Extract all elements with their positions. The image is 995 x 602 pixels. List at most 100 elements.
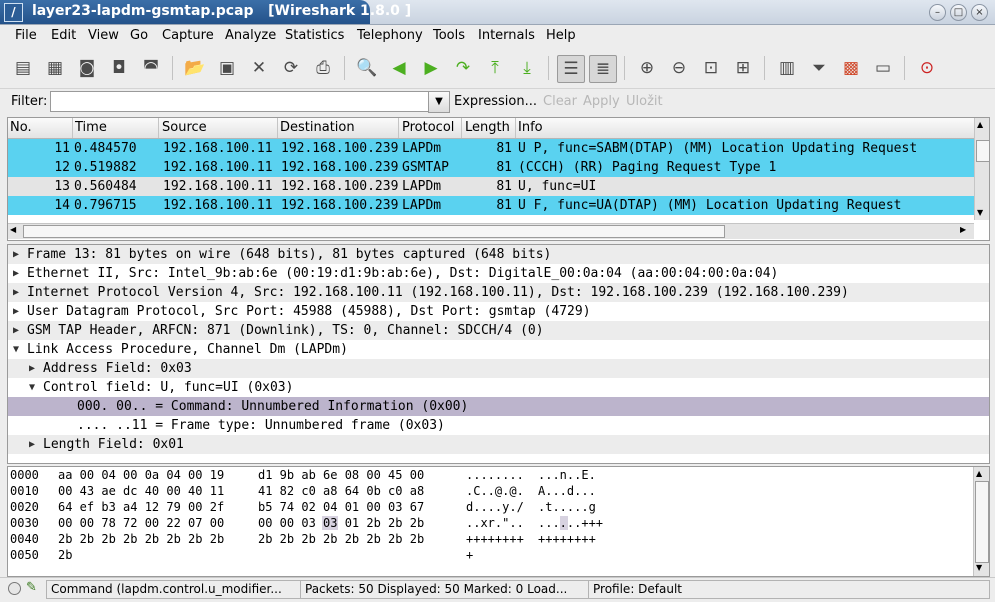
- scroll-right-icon[interactable]: ▶: [960, 225, 966, 234]
- detail-tree-item[interactable]: ▶ GSM TAP Header, ARFCN: 871 (Downlink), …: [8, 321, 989, 340]
- go-to-packet-icon[interactable]: ↷: [450, 55, 476, 81]
- collapsed-arrow-icon[interactable]: ▶: [13, 321, 19, 340]
- bytes-hex-group1: 2b: [58, 548, 73, 562]
- menu-telephony[interactable]: Telephony: [357, 28, 423, 43]
- zoom-normal-icon[interactable]: ⊡: [698, 55, 724, 81]
- scroll-thumb[interactable]: [976, 140, 989, 162]
- find-packet-icon[interactable]: 🔍: [354, 55, 380, 81]
- coloring-rules-icon[interactable]: ▩: [838, 55, 864, 81]
- detail-tree-item[interactable]: 000. 00.. = Command: Unnumbered Informat…: [8, 397, 989, 416]
- menu-statistics[interactable]: Statistics: [285, 28, 344, 43]
- interfaces-icon[interactable]: ▤: [10, 55, 36, 81]
- expanded-arrow-icon[interactable]: ▼: [29, 378, 35, 397]
- collapsed-arrow-icon[interactable]: ▶: [13, 264, 19, 283]
- packet-row[interactable]: 13 0.560484 192.168.100.11 192.168.100.239 L…: [8, 177, 974, 196]
- column-header-length[interactable]: Length: [463, 118, 516, 138]
- detail-tree-item[interactable]: ▶ Frame 13: 81 bytes on wire (648 bits), …: [8, 245, 989, 264]
- menu-go[interactable]: Go: [130, 28, 148, 43]
- column-header-info[interactable]: Info: [516, 118, 974, 138]
- start-capture-icon[interactable]: ◙: [74, 55, 100, 81]
- packet-row[interactable]: 11 0.484570 192.168.100.11 192.168.100.239 L…: [8, 139, 974, 158]
- packet-list-hscrollbar[interactable]: ◀ ▶: [8, 223, 974, 239]
- scroll-left-icon[interactable]: ◀: [10, 225, 16, 234]
- colorize-icon[interactable]: ☰: [557, 55, 585, 83]
- column-header-no[interactable]: No.: [8, 118, 73, 138]
- bytes-ascii-group2: A...d...: [538, 484, 596, 498]
- menu-file[interactable]: File: [15, 28, 37, 43]
- go-last-icon[interactable]: ⤓: [514, 55, 540, 81]
- expert-info-icon[interactable]: [8, 582, 21, 595]
- column-header-destination[interactable]: Destination: [278, 118, 399, 138]
- detail-tree-item[interactable]: ▼ Link Access Procedure, Channel Dm (LAPD…: [8, 340, 989, 359]
- detail-tree-item[interactable]: ▶ Internet Protocol Version 4, Src: 192.1…: [8, 283, 989, 302]
- go-first-icon[interactable]: ⤒: [482, 55, 508, 81]
- save-filter-button[interactable]: Uložit: [626, 94, 663, 109]
- menu-edit[interactable]: Edit: [51, 28, 76, 43]
- bytes-vscrollbar[interactable]: ▲ ▼: [973, 467, 989, 576]
- apply-button[interactable]: Apply: [583, 94, 620, 109]
- detail-tree-item[interactable]: ▶ Address Field: 0x03: [8, 359, 989, 378]
- column-header-time[interactable]: Time: [73, 118, 159, 138]
- display-filters-icon[interactable]: ⏷: [806, 55, 832, 81]
- collapsed-arrow-icon[interactable]: ▶: [13, 283, 19, 302]
- open-file-icon[interactable]: 📂: [182, 55, 208, 81]
- menu-capture[interactable]: Capture: [162, 28, 214, 43]
- collapsed-arrow-icon[interactable]: ▶: [13, 245, 19, 264]
- menu-tools[interactable]: Tools: [433, 28, 465, 43]
- capture-options-icon[interactable]: ▦: [42, 55, 68, 81]
- zoom-out-icon[interactable]: ⊖: [666, 55, 692, 81]
- menu-analyze[interactable]: Analyze: [225, 28, 276, 43]
- packet-cell-no: 13: [54, 179, 70, 194]
- menu-bar: File Edit View Go Capture Analyze Statis…: [0, 25, 995, 47]
- collapsed-arrow-icon[interactable]: ▶: [13, 302, 19, 321]
- restart-capture-icon[interactable]: ◚: [138, 55, 164, 81]
- menu-view[interactable]: View: [88, 28, 119, 43]
- packet-row[interactable]: 14 0.796715 192.168.100.11 192.168.100.239 L…: [8, 196, 974, 215]
- filter-input[interactable]: [50, 91, 432, 112]
- scroll-thumb[interactable]: [975, 481, 989, 563]
- expression-button[interactable]: Expression...: [454, 94, 537, 109]
- packet-list-vscrollbar[interactable]: ▲ ▼: [974, 118, 989, 220]
- reload-icon[interactable]: ⟳: [278, 55, 304, 81]
- preferences-icon[interactable]: ▭: [870, 55, 896, 81]
- collapsed-arrow-icon[interactable]: ▶: [29, 359, 35, 378]
- help-icon[interactable]: ⊙: [914, 55, 940, 81]
- collapsed-arrow-icon[interactable]: ▶: [29, 435, 35, 454]
- save-file-icon[interactable]: ▣: [214, 55, 240, 81]
- print-icon[interactable]: ⎙: [310, 55, 336, 81]
- minimize-icon[interactable]: –: [929, 4, 946, 21]
- resize-columns-icon[interactable]: ⊞: [730, 55, 756, 81]
- detail-tree-item[interactable]: ▶ Ethernet II, Src: Intel_9b:ab:6e (00:19…: [8, 264, 989, 283]
- status-profile[interactable]: Profile: Default: [588, 580, 990, 599]
- detail-tree-item[interactable]: .... ..11 = Frame type: Unnumbered frame…: [8, 416, 989, 435]
- packet-row[interactable]: 12 0.519882 192.168.100.11 192.168.100.239 G…: [8, 158, 974, 177]
- expanded-arrow-icon[interactable]: ▼: [13, 340, 19, 359]
- menu-help[interactable]: Help: [546, 28, 576, 43]
- chevron-down-icon[interactable]: ▼: [428, 91, 450, 113]
- toolbar-separator: [172, 56, 173, 80]
- clear-button[interactable]: Clear: [543, 94, 577, 109]
- scroll-up-icon[interactable]: ▲: [976, 469, 982, 478]
- auto-scroll-icon[interactable]: ≣: [589, 55, 617, 83]
- detail-tree-item[interactable]: ▼ Control field: U, func=UI (0x03): [8, 378, 989, 397]
- edit-comment-icon[interactable]: ✎: [26, 580, 37, 595]
- close-file-icon[interactable]: ✕: [246, 55, 272, 81]
- packet-bytes-pane: 0000 aa 00 04 00 0a 04 00 19 d1 9b ab 6e 0…: [7, 466, 990, 577]
- scroll-down-icon[interactable]: ▼: [976, 563, 982, 572]
- go-back-icon[interactable]: ◀: [386, 55, 412, 81]
- detail-tree-item[interactable]: ▶ Length Field: 0x01: [8, 435, 989, 454]
- maximize-icon[interactable]: □: [950, 4, 967, 21]
- stop-capture-icon[interactable]: ◘: [106, 55, 132, 81]
- go-forward-icon[interactable]: ▶: [418, 55, 444, 81]
- detail-tree-item[interactable]: ▶ User Datagram Protocol, Src Port: 45988…: [8, 302, 989, 321]
- hscroll-thumb[interactable]: [23, 225, 725, 238]
- toolbar-separator: [624, 56, 625, 80]
- close-icon[interactable]: ×: [971, 4, 988, 21]
- zoom-in-icon[interactable]: ⊕: [634, 55, 660, 81]
- menu-internals[interactable]: Internals: [478, 28, 535, 43]
- column-header-source[interactable]: Source: [160, 118, 278, 138]
- column-header-protocol[interactable]: Protocol: [400, 118, 462, 138]
- scroll-down-icon[interactable]: ▼: [977, 208, 983, 217]
- capture-filters-icon[interactable]: ▥: [774, 55, 800, 81]
- scroll-up-icon[interactable]: ▲: [977, 120, 983, 129]
